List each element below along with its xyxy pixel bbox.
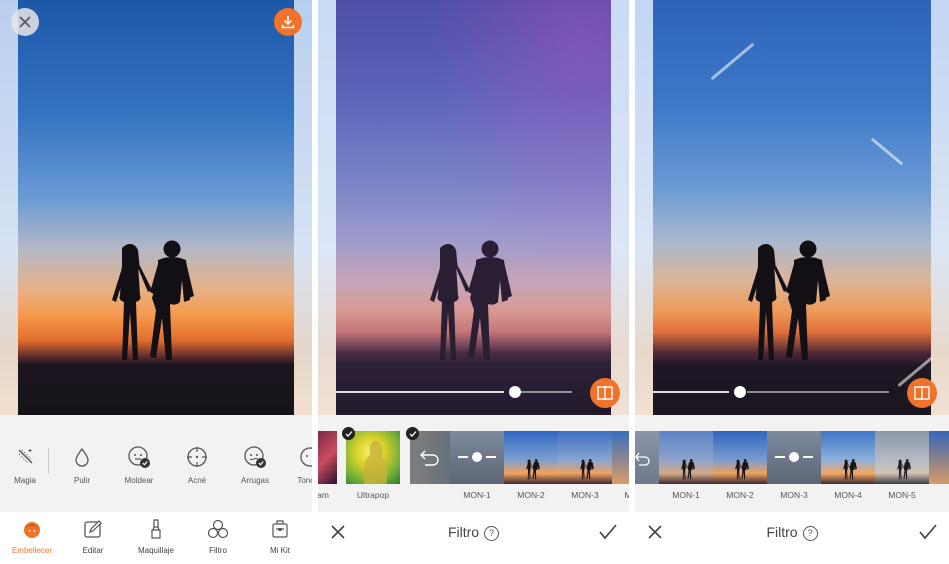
filter-circles-icon xyxy=(207,519,229,539)
filter-thumb-mon-2[interactable] xyxy=(504,431,558,484)
filter-bottom-bar: Filtro? xyxy=(318,512,629,564)
nav-mi-kit[interactable]: Mi Kit xyxy=(250,518,310,555)
tool-pulir[interactable]: Pulir xyxy=(52,445,112,485)
tool-moldear[interactable]: Moldear xyxy=(109,445,169,485)
filter-label: MON-2 xyxy=(517,490,545,500)
beauty-face-icon xyxy=(24,522,40,538)
intensity-slider-knob[interactable] xyxy=(734,386,746,398)
tool-tono[interactable]: Tono D xyxy=(280,445,312,485)
filter-thumb-mon-5[interactable] xyxy=(875,431,929,484)
filter-title-row: Filtro? xyxy=(318,524,629,541)
brush-icon xyxy=(151,519,161,539)
nav-label: Editar xyxy=(82,546,104,555)
drop-icon xyxy=(75,447,89,467)
compare-button[interactable] xyxy=(907,378,937,408)
filter-screen-mon: MON-1 MON-2 MON-3 MON-4 MON-5 Filtro? xyxy=(635,0,949,564)
help-icon[interactable]: ? xyxy=(802,525,818,541)
bottom-nav: Embellecer Editar Maquillaje Filtro Mi K… xyxy=(0,512,312,564)
target-icon xyxy=(187,447,207,467)
tool-label: Pulir xyxy=(73,476,90,485)
filter-label: MON-1 xyxy=(463,490,491,500)
tools-divider xyxy=(48,448,49,474)
beautify-screen: Magia Pulir Moldear Acné Arrugas Tono D … xyxy=(0,0,312,564)
filter-label: MON-4 xyxy=(834,490,862,500)
tool-label: Arrugas xyxy=(240,476,269,485)
download-icon xyxy=(281,16,295,29)
edit-icon xyxy=(84,520,102,538)
filter-reset-thumb[interactable] xyxy=(635,431,659,484)
help-icon[interactable]: ? xyxy=(484,525,500,541)
nav-label: Embellecer xyxy=(11,546,52,555)
photo-canvas xyxy=(635,0,949,415)
intensity-slider-rest xyxy=(518,391,572,393)
filter-label: Ultrapop xyxy=(356,490,390,500)
filter-title-row: Filtro? xyxy=(635,524,949,541)
filter-thumb-mon-3[interactable] xyxy=(767,431,821,484)
magic-wand-icon xyxy=(18,449,33,464)
couple-silhouette xyxy=(430,240,512,360)
couple-silhouette xyxy=(112,240,194,360)
intensity-slider-rest xyxy=(747,391,889,393)
face-wrinkle-icon xyxy=(244,446,266,468)
filter-label: MON-5 xyxy=(888,490,916,500)
compare-icon xyxy=(597,386,613,400)
close-button[interactable] xyxy=(11,8,39,36)
undo-icon xyxy=(420,450,439,466)
kit-box-icon xyxy=(272,520,288,538)
filter-label: MON-3 xyxy=(780,490,808,500)
filter-thumb-mon-3[interactable] xyxy=(558,431,612,484)
photo-canvas xyxy=(318,0,629,415)
nav-filtro[interactable]: Filtro xyxy=(188,518,248,555)
close-icon xyxy=(19,16,31,28)
filter-thumb-mon-2[interactable] xyxy=(713,431,767,484)
confirm-check-icon[interactable] xyxy=(599,524,617,540)
download-button[interactable] xyxy=(274,8,302,36)
page-title: Filtro xyxy=(766,524,798,540)
photo-canvas xyxy=(0,0,312,415)
tool-acne[interactable]: Acné xyxy=(167,445,227,485)
beauty-tools-bar: Magia Pulir Moldear Acné Arrugas Tono D xyxy=(0,415,312,512)
couple-silhouette xyxy=(748,240,830,360)
selected-check-icon xyxy=(342,427,355,440)
tool-label: Tono D xyxy=(297,476,312,485)
filter-thumb-mon-1[interactable] xyxy=(450,431,504,484)
tool-label: Magia xyxy=(14,476,36,485)
filter-thumb-partial-right[interactable] xyxy=(612,431,629,484)
filter-screen-ultrapop: am Ultrapop MON-1 MON-2 MON-3 M Filtro? xyxy=(318,0,629,564)
nav-maquillaje[interactable]: Maquillaje xyxy=(126,518,186,555)
compare-button[interactable] xyxy=(590,378,620,408)
tool-label: Moldear xyxy=(124,476,154,485)
tool-arrugas[interactable]: Arrugas xyxy=(225,445,285,485)
nav-label: Filtro xyxy=(209,546,227,555)
face-reshape-icon xyxy=(128,446,150,468)
filter-thumb-partial-right[interactable] xyxy=(929,431,949,484)
page-title: Filtro xyxy=(447,524,480,540)
tool-magia[interactable]: Magia xyxy=(0,445,55,485)
intensity-slider-track[interactable] xyxy=(336,391,504,393)
filter-thumb-mon-4[interactable] xyxy=(821,431,875,484)
filter-label: M xyxy=(624,490,629,500)
nav-label: Maquillaje xyxy=(137,546,175,555)
nav-editar[interactable]: Editar xyxy=(63,518,123,555)
confirm-check-icon[interactable] xyxy=(919,524,937,540)
filter-label: MON-2 xyxy=(726,490,754,500)
brightness-slider-icon xyxy=(775,452,813,462)
filter-thumb-mon-1[interactable] xyxy=(659,431,713,484)
filter-label: MON-1 xyxy=(672,490,700,500)
intensity-slider-knob[interactable] xyxy=(509,386,521,398)
filter-bottom-bar: Filtro? xyxy=(635,512,949,564)
filter-thumb-partial[interactable] xyxy=(318,431,337,484)
brightness-slider-icon xyxy=(458,452,496,462)
undo-icon xyxy=(635,452,650,466)
nav-label: Mi Kit xyxy=(270,546,290,555)
face-tone-icon xyxy=(300,447,312,467)
intensity-slider-track[interactable] xyxy=(653,391,729,393)
selected-check-icon xyxy=(406,427,419,440)
nav-embellecer[interactable]: Embellecer xyxy=(2,518,62,555)
compare-icon xyxy=(914,386,930,400)
filter-thumb-ultrapop[interactable] xyxy=(346,431,400,484)
tool-label: Acné xyxy=(187,476,207,485)
